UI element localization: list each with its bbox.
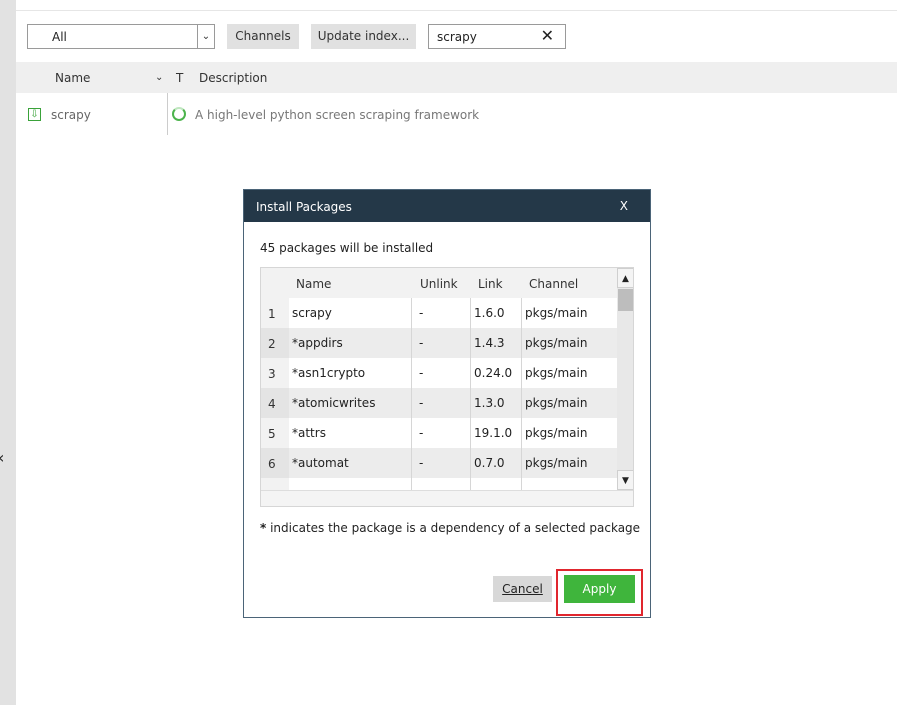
cell-unlink: - (412, 418, 471, 448)
cell-link: 19.1.0 (471, 418, 522, 448)
table-vertical-scrollbar[interactable]: ▲ ▼ (617, 268, 633, 490)
table-row[interactable]: 4 *atomicwrites - 1.3.0 pkgs/main (261, 388, 617, 418)
cell-link: 1.4.3 (471, 328, 522, 358)
row-number: 2 (261, 328, 289, 358)
left-sidebar-rail (0, 0, 16, 705)
cell-link (471, 478, 522, 490)
cell-channel: pkgs/main (525, 306, 588, 320)
update-index-button[interactable]: Update index... (311, 24, 416, 49)
table-row-partial[interactable] (261, 478, 617, 490)
row-number: 6 (261, 448, 289, 478)
cell-channel: pkgs/main (522, 388, 617, 418)
cell-unlink: - (412, 388, 471, 418)
install-packages-dialog: Install Packages X 45 packages will be i… (243, 189, 651, 618)
dialog-title-bar: Install Packages X (244, 190, 650, 222)
cancel-button[interactable]: Cancel (493, 576, 552, 602)
loading-ring-icon (172, 107, 186, 121)
column-divider (167, 93, 168, 135)
cell-channel: pkgs/main (525, 426, 588, 440)
column-description[interactable]: Description (199, 71, 267, 85)
cell-channel: pkgs/main (522, 448, 617, 478)
chevron-down-icon[interactable]: ⌄ (197, 25, 214, 48)
scroll-up-icon[interactable]: ▲ (617, 268, 633, 288)
apply-button[interactable]: Apply (564, 575, 635, 603)
header-name[interactable]: Name (289, 268, 412, 298)
package-name: scrapy (51, 108, 91, 122)
search-input[interactable]: scrapy ✕ (428, 24, 566, 49)
table-row[interactable]: 2 *appdirs - 1.4.3 pkgs/main (261, 328, 617, 358)
header-channel[interactable]: Channel (522, 268, 617, 298)
top-divider (16, 10, 897, 11)
cell-unlink: - (412, 328, 471, 358)
channels-button[interactable]: Channels (227, 24, 299, 49)
row-number (261, 478, 289, 490)
cell-unlink: - (412, 358, 471, 388)
cell-unlink: - (412, 298, 471, 328)
cell-name: *automat (289, 448, 412, 478)
cell-channel: pkgs/main (522, 328, 617, 358)
cell-channel (522, 478, 617, 490)
cell-unlink: - (412, 448, 471, 478)
column-type[interactable]: T (176, 71, 183, 85)
column-name[interactable]: Name (55, 71, 90, 85)
cell-name: *appdirs (289, 328, 412, 358)
collapse-arrow-icon[interactable]: ‹ (0, 448, 4, 467)
row-number: 1 (261, 298, 289, 328)
header-unlink[interactable]: Unlink (412, 268, 471, 298)
package-description: A high-level python screen scraping fram… (195, 108, 480, 122)
cell-link: 1.3.0 (471, 388, 522, 418)
cell-link: 1.6.0 (471, 298, 522, 328)
scroll-down-icon[interactable]: ▼ (617, 470, 633, 490)
table-row[interactable]: 6 *automat - 0.7.0 pkgs/main (261, 448, 617, 478)
table-corner (261, 268, 289, 298)
packages-table: Name Unlink Link Channel 1 scrapy - 1.6.… (260, 267, 634, 507)
cell-channel: pkgs/main (525, 366, 588, 380)
search-value: scrapy (437, 30, 477, 44)
package-list-header: Name ⌄ T Description (16, 62, 897, 93)
header-link[interactable]: Link (471, 268, 522, 298)
scroll-thumb[interactable] (618, 289, 633, 311)
dependency-note: * indicates the package is a dependency … (260, 521, 641, 535)
cell-name: *atomicwrites (289, 388, 412, 418)
row-number: 5 (261, 418, 289, 448)
dialog-close-button[interactable]: X (620, 199, 628, 213)
cell-name (289, 478, 412, 490)
cell-unlink (412, 478, 471, 490)
cell-name: *attrs (289, 418, 412, 448)
table-row[interactable]: 3 *asn1crypto - 0.24.0 pkgs/main (261, 358, 617, 388)
table-horizontal-scrollbar[interactable] (261, 490, 633, 506)
cell-name: scrapy (289, 298, 412, 328)
install-marked-icon[interactable]: ⇩ (28, 108, 41, 121)
row-number: 4 (261, 388, 289, 418)
filter-value: All (52, 30, 67, 44)
row-number: 3 (261, 358, 289, 388)
table-row[interactable]: 5 *attrs - 19.1.0 pkgs/main (261, 418, 617, 448)
cell-name: *asn1crypto (289, 358, 412, 388)
cell-link: 0.24.0 (471, 358, 522, 388)
dialog-title: Install Packages (256, 200, 352, 214)
sort-chevron-down-icon[interactable]: ⌄ (155, 72, 163, 83)
package-filter-select[interactable]: All ⌄ (27, 24, 215, 49)
close-icon[interactable]: ✕ (541, 26, 554, 45)
install-count-info: 45 packages will be installed (260, 241, 434, 255)
cell-link: 0.7.0 (471, 448, 522, 478)
table-row[interactable]: 1 scrapy - 1.6.0 pkgs/main (261, 298, 617, 328)
